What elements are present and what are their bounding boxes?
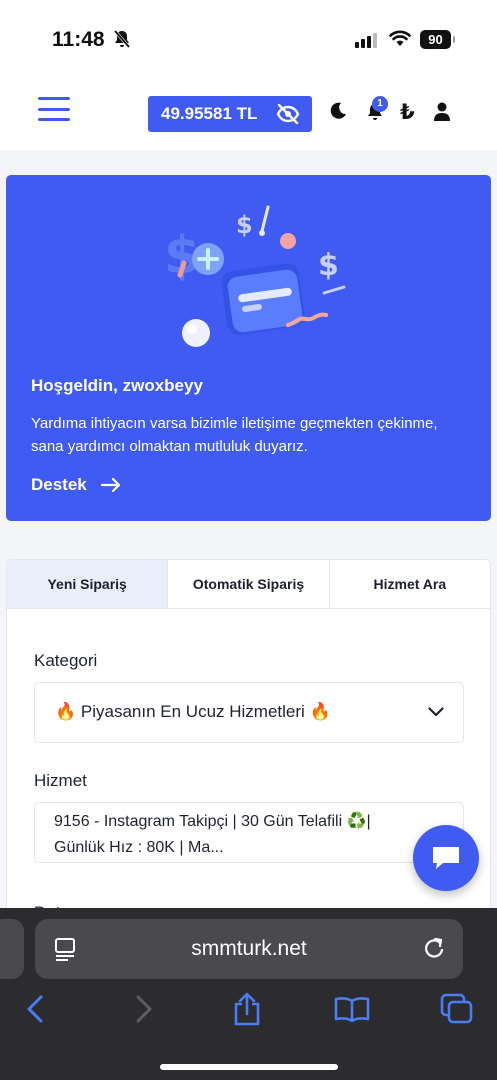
- tabs-icon[interactable]: [440, 993, 474, 1025]
- arrow-right-icon: [100, 477, 120, 493]
- svg-text:$: $: [236, 211, 253, 239]
- category-label: Kategori: [34, 651, 98, 670]
- svg-text:$: $: [318, 248, 339, 283]
- welcome-title: Hoşgeldin, zwoxbeyy: [31, 376, 203, 395]
- share-icon[interactable]: [232, 992, 262, 1026]
- address-bar[interactable]: smmturk.net: [35, 919, 463, 979]
- support-link[interactable]: Destek: [31, 475, 121, 495]
- currency-icon[interactable]: ₺: [400, 100, 415, 125]
- tab-auto-order[interactable]: Otomatik Sipariş: [168, 560, 330, 608]
- forward-icon[interactable]: [134, 994, 154, 1024]
- welcome-card: $ $ $ Hoşgeldin, zwoxbeyy Yardıma ihtiya…: [6, 175, 491, 521]
- balance-amount: 49.95581 TL: [161, 104, 258, 123]
- category-select[interactable]: 🔥 Piyasanın En Ucuz Hizmetleri 🔥: [34, 682, 464, 743]
- hamburger-menu-icon[interactable]: [38, 95, 70, 123]
- order-panel: Yeni Sipariş Otomatik Sipariş Hizmet Ara…: [6, 559, 491, 959]
- app-header: 49.95581 TL 1 ₺: [0, 80, 497, 150]
- welcome-text: Yardıma ihtiyacın varsa bizimle iletişim…: [31, 415, 438, 455]
- user-icon[interactable]: [433, 102, 451, 121]
- status-bar: 11:48 90: [0, 0, 497, 80]
- eye-off-icon[interactable]: [276, 104, 300, 124]
- chevron-down-icon: [428, 707, 444, 717]
- wallet-illustration: $ $ $: [164, 205, 346, 347]
- service-label: Hizmet: [34, 771, 87, 790]
- moon-icon[interactable]: [329, 102, 347, 120]
- bookmarks-icon[interactable]: [334, 996, 370, 1022]
- tab-search-service[interactable]: Hizmet Ara: [330, 560, 490, 608]
- service-select[interactable]: 9156 - Instagram Takipçi | 30 Gün Telafi…: [34, 802, 464, 863]
- wifi-icon: [389, 30, 411, 46]
- balance-button[interactable]: 49.95581 TL: [148, 96, 312, 132]
- cellular-signal-icon: [355, 33, 377, 48]
- battery-indicator: 90: [420, 30, 455, 49]
- status-time: 11:48: [52, 28, 105, 51]
- previous-tab-preview[interactable]: [0, 919, 24, 979]
- bell-off-icon: [113, 30, 131, 48]
- url-text: smmturk.net: [191, 937, 307, 960]
- tab-new-order[interactable]: Yeni Sipariş: [7, 560, 169, 608]
- category-value: 🔥 Piyasanın En Ucuz Hizmetleri 🔥: [55, 702, 331, 721]
- chat-button[interactable]: [413, 825, 479, 891]
- order-tabs: Yeni Sipariş Otomatik Sipariş Hizmet Ara: [7, 560, 490, 609]
- chat-bubble-icon: [433, 847, 459, 869]
- back-icon[interactable]: [25, 994, 45, 1024]
- home-indicator: [160, 1064, 338, 1070]
- reload-icon[interactable]: [423, 936, 445, 960]
- service-value: 9156 - Instagram Takipçi | 30 Gün Telafi…: [54, 813, 371, 856]
- notification-badge: 1: [372, 96, 388, 112]
- support-label: Destek: [31, 475, 87, 494]
- browser-toolbar: smmturk.net: [0, 908, 497, 1080]
